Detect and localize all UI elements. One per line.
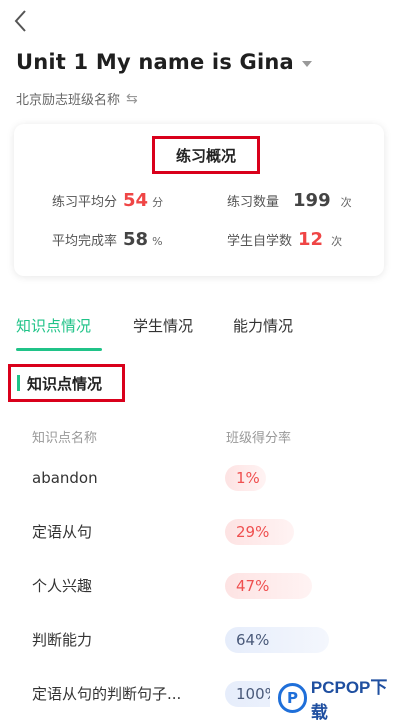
- stat-unit: %: [152, 235, 163, 248]
- stat-unit: 次: [340, 196, 352, 209]
- stat-value: 12: [298, 229, 324, 250]
- active-tab-indicator: [16, 348, 102, 351]
- knowledge-row[interactable]: abandon 1%: [0, 465, 400, 520]
- stat-label: 练习平均分: [52, 195, 118, 210]
- summary-title-highlight: 练习概况: [152, 136, 260, 174]
- stat-unit: 分: [152, 196, 164, 209]
- knowledge-row[interactable]: 个人兴趣 47%: [0, 573, 400, 628]
- watermark-text: PCPOP下载: [310, 678, 388, 720]
- score-rate-value: 1%: [236, 469, 260, 487]
- swap-icon: ⇆: [126, 90, 138, 107]
- knowledge-row[interactable]: 定语从句 29%: [0, 519, 400, 574]
- score-rate-value: 29%: [236, 523, 270, 541]
- watermark: P PCPOP下载: [270, 676, 400, 720]
- score-rate-value: 47%: [236, 577, 270, 595]
- stat-label: 练习数量: [227, 195, 280, 210]
- class-switcher[interactable]: 北京励志班级名称 ⇆: [16, 89, 138, 109]
- practice-summary-card: 练习概况 练习平均分 54 分 练习数量 199 次 平均完成率 58 % 学生…: [14, 124, 384, 276]
- stat-completion-rate: 平均完成率 58 %: [52, 229, 163, 250]
- knowledge-name: abandon: [32, 469, 98, 487]
- tab-ability[interactable]: 能力情况: [233, 315, 293, 336]
- knowledge-name: 定语从句的判断句子...: [32, 685, 182, 703]
- unit-title-dropdown[interactable]: Unit 1 My name is Gina: [16, 50, 312, 74]
- class-name: 北京励志班级名称: [16, 93, 121, 108]
- column-header-rate: 班级得分率: [226, 431, 292, 446]
- page-title: Unit 1 My name is Gina: [16, 50, 294, 74]
- stat-value: 54: [123, 190, 149, 211]
- stat-self-study: 学生自学数 12 次: [227, 229, 342, 250]
- caret-down-icon: [301, 60, 312, 67]
- stat-avg-score: 练习平均分 54 分: [52, 190, 163, 211]
- knowledge-name: 个人兴趣: [32, 577, 93, 595]
- summary-title: 练习概况: [175, 146, 236, 165]
- knowledge-name: 判断能力: [32, 631, 93, 649]
- stat-label: 学生自学数: [227, 234, 293, 249]
- chevron-left-icon: [14, 10, 26, 32]
- tab-knowledge[interactable]: 知识点情况: [16, 315, 91, 336]
- stat-practice-count: 练习数量 199 次: [227, 190, 352, 211]
- score-rate-value: 64%: [236, 631, 270, 649]
- tab-bar: 知识点情况 学生情况 能力情况: [0, 300, 400, 352]
- stat-value: 199: [293, 190, 331, 211]
- section-title: 知识点情况: [27, 374, 103, 393]
- column-header-name: 知识点名称: [32, 431, 98, 446]
- tab-students[interactable]: 学生情况: [133, 315, 193, 336]
- section-header-highlight: 知识点情况: [8, 364, 125, 402]
- pcpop-logo-icon: P: [278, 683, 307, 713]
- stat-label: 平均完成率: [52, 234, 118, 249]
- section-accent-bar: [17, 375, 20, 391]
- knowledge-name: 定语从句: [32, 523, 93, 541]
- back-button[interactable]: [10, 6, 34, 36]
- stat-unit: 次: [331, 235, 343, 248]
- stat-value: 58: [123, 229, 149, 250]
